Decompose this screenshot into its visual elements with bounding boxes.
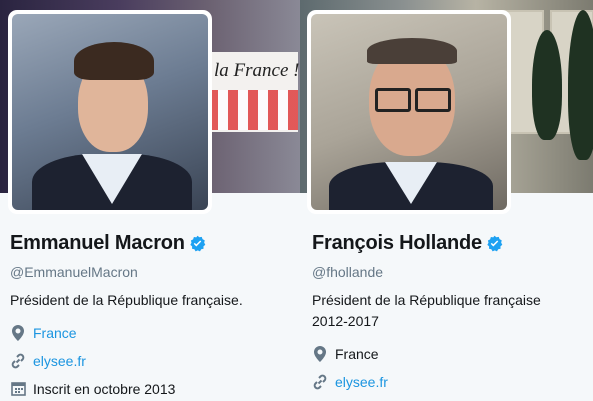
avatar[interactable] [307,10,511,214]
location-pin-icon [312,345,328,362]
banner-tree [532,30,562,140]
profile-bio: Président de la République française. [10,290,295,311]
avatar-photo [311,14,507,210]
profile-bio: Président de la République française 201… [312,290,593,332]
website-row: elysee.fr [312,372,593,391]
profile-handle[interactable]: @fhollande [312,264,593,280]
website-row: elysee.fr [10,351,295,370]
location-row: France [10,323,295,342]
profile-name[interactable]: François Hollande [312,232,482,255]
avatar-photo [12,14,208,210]
website-link[interactable]: elysee.fr [33,353,86,369]
profile-handle[interactable]: @EmmanuelMacron [10,264,295,280]
location-text: France [335,345,379,362]
profile-name[interactable]: Emmanuel Macron [10,232,185,255]
banner-tree [568,10,593,160]
bio-line: 2012-2017 [312,313,379,329]
banner-sign-stripe [208,90,298,130]
location-row: France [312,344,593,363]
verified-badge-icon [486,235,503,252]
joined-date: Inscrit en octobre 2013 [33,380,176,397]
joined-row: Inscrit en octobre 2013 [10,379,295,398]
bio-line: Président de la République française. [10,292,243,308]
location-link[interactable]: France [33,325,77,341]
calendar-icon [10,381,26,397]
banner-sign-text: la France ! [214,60,300,81]
profile-card-hollande: François Hollande @fhollande Président d… [300,0,593,401]
link-icon [10,353,26,369]
location-pin-icon [10,324,26,341]
website-link[interactable]: elysee.fr [335,374,388,390]
avatar[interactable] [8,10,212,214]
verified-badge-icon [189,235,206,252]
bio-line: Président de la République française [312,292,541,308]
link-icon [312,374,328,390]
profile-card-macron: la France ! Emmanuel Macron @EmmanuelMac… [0,0,300,401]
